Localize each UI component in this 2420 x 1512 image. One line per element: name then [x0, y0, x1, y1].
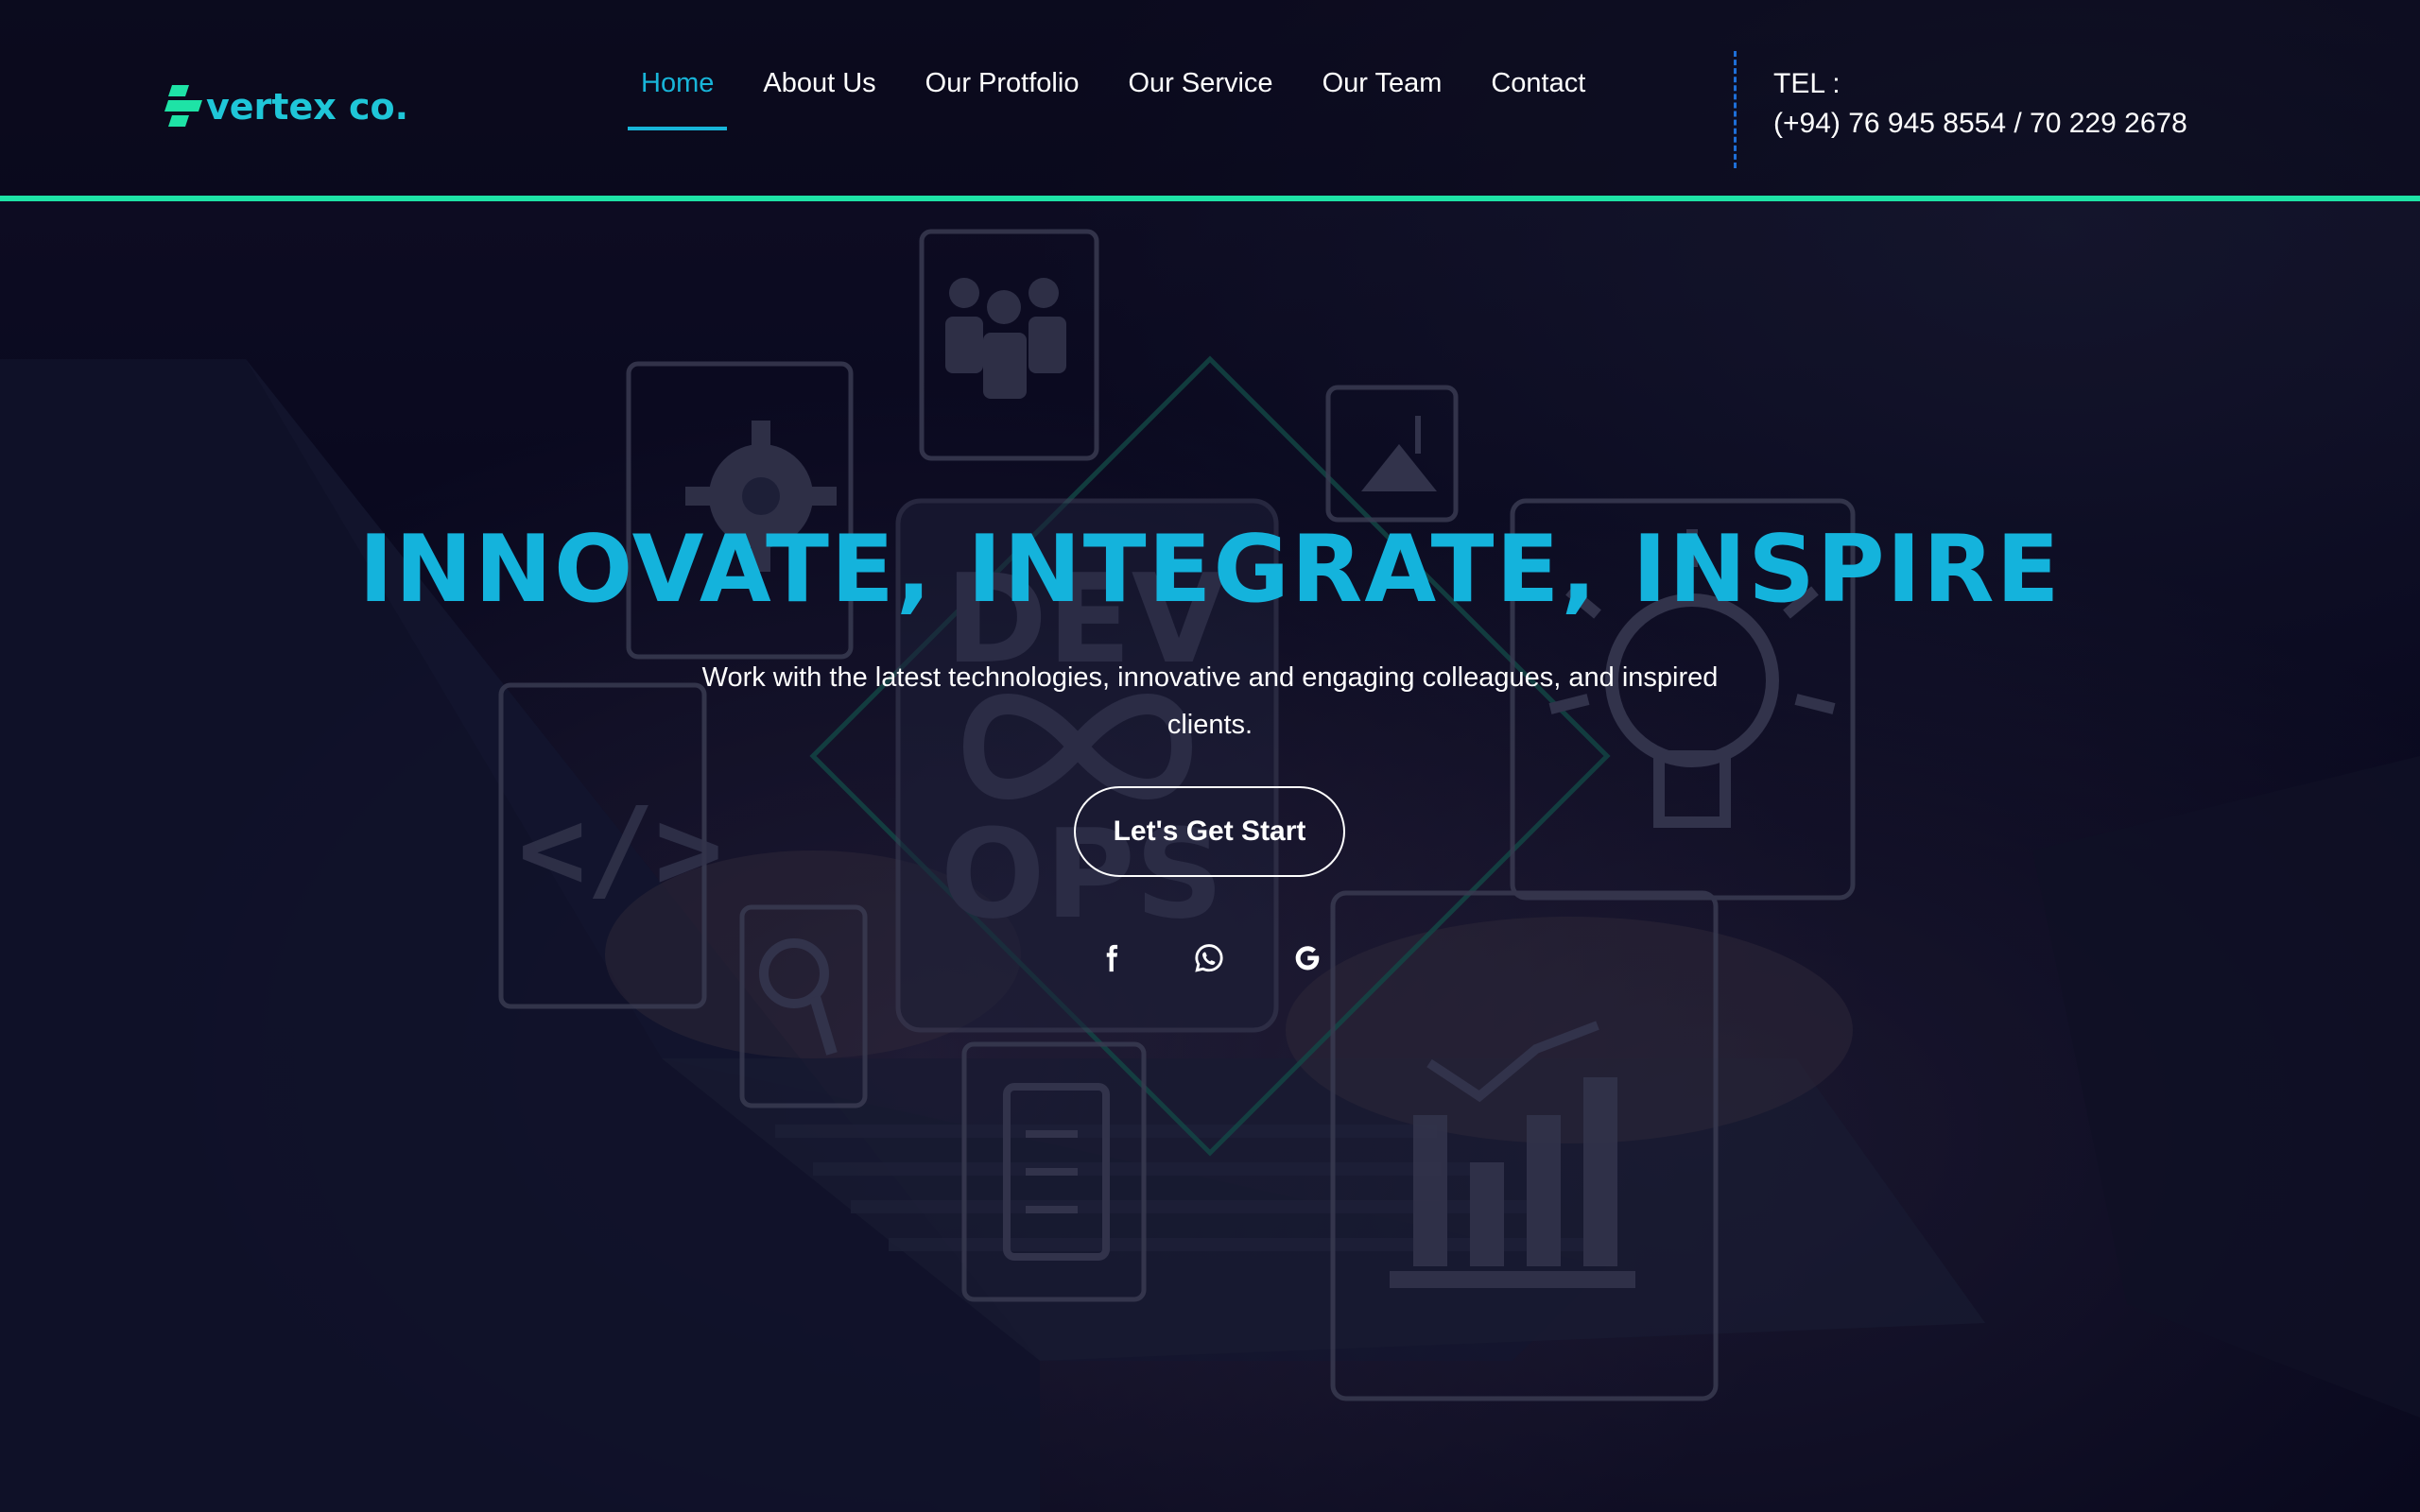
contact-tel: TEL : (+94) 76 945 8554 / 70 229 2678 — [1773, 64, 2187, 144]
header-divider — [1734, 51, 1737, 168]
hero-background-image: DEV OPS </> — [0, 0, 2420, 1512]
nav-team[interactable]: Our Team — [1309, 62, 1456, 104]
brand-name: vertex co. — [206, 86, 409, 128]
main-nav: Home About Us Our Protfolio Our Service … — [628, 62, 1621, 130]
google-icon[interactable] — [1283, 934, 1332, 983]
nav-service[interactable]: Our Service — [1115, 62, 1286, 104]
hero-title: INNOVATE, INTEGRATE, INSPIRE — [358, 516, 2062, 624]
logo[interactable]: vertex co. — [163, 83, 408, 130]
tel-label: TEL : — [1773, 68, 1841, 99]
get-start-button[interactable]: Let's Get Start — [1074, 786, 1345, 877]
site-header: vertex co. Home About Us Our Protfolio O… — [0, 0, 2420, 197]
nav-home[interactable]: Home — [628, 62, 728, 130]
social-links — [1086, 934, 1381, 983]
hero-subtitle: Work with the latest technologies, innov… — [701, 662, 1719, 740]
facebook-icon[interactable] — [1086, 934, 1135, 983]
logo-mark-icon — [164, 85, 202, 127]
whatsapp-icon[interactable] — [1184, 934, 1234, 983]
tel-numbers[interactable]: (+94) 76 945 8554 / 70 229 2678 — [1773, 104, 2187, 144]
landing-page: DEV OPS </> vertex co. Home About Us Our… — [0, 0, 2420, 1512]
nav-about-us[interactable]: About Us — [750, 62, 889, 104]
nav-portfolio[interactable]: Our Protfolio — [912, 62, 1093, 104]
header-accent-line — [0, 196, 2420, 201]
nav-contact[interactable]: Contact — [1478, 62, 1599, 104]
